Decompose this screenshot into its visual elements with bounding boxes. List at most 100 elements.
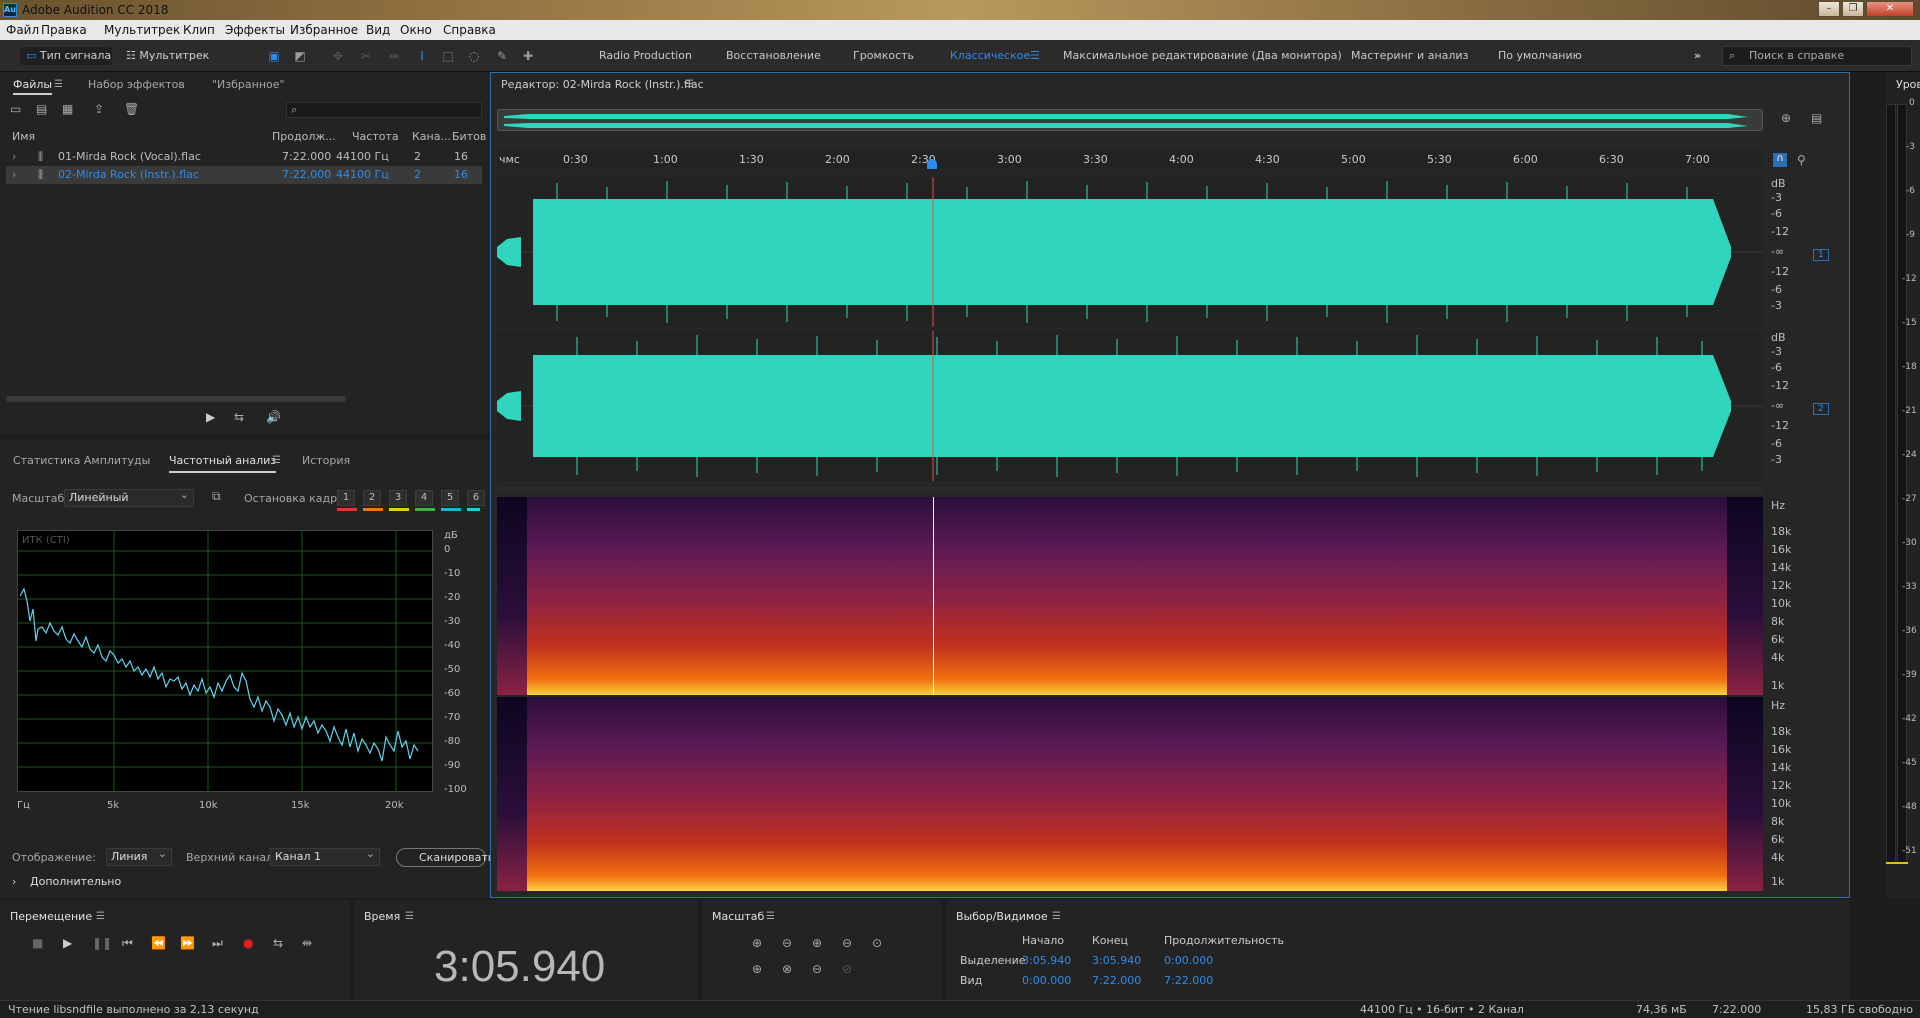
panel-menu-icon[interactable]: ☰ xyxy=(96,911,105,922)
lasso-tool-icon[interactable]: ◌ xyxy=(466,48,482,64)
freeze-slot-6[interactable]: 6 xyxy=(467,490,485,506)
file-row-selected[interactable]: › ⫼ 02-Mirda Rock (Instr.).flac 7:22.000… xyxy=(6,166,482,184)
selection-end[interactable]: 3:05.940 xyxy=(1092,954,1141,967)
loop-icon[interactable]: ⇆ xyxy=(234,410,244,424)
play-icon[interactable]: ▶ xyxy=(206,410,215,424)
workspace-default[interactable]: По умолчанию xyxy=(1498,49,1582,62)
freeze-slot-5[interactable]: 5 xyxy=(441,490,459,506)
minimize-icon[interactable]: – xyxy=(1818,1,1840,17)
loop-icon[interactable]: ⇆ xyxy=(273,936,283,950)
playhead-handle[interactable] xyxy=(927,159,937,169)
open-file-icon[interactable]: ▭ xyxy=(10,102,21,116)
menu-file[interactable]: Файл xyxy=(6,23,39,37)
zoom-in-amplitude-icon[interactable]: ⊕ xyxy=(752,936,762,950)
expand-icon[interactable]: › xyxy=(12,150,16,163)
horizontal-scrollbar[interactable] xyxy=(6,396,346,402)
help-search-input[interactable]: ⌕ Поиск в справке xyxy=(1722,46,1912,66)
panel-menu-icon[interactable]: ☰ xyxy=(54,79,63,90)
menu-window[interactable]: Окно xyxy=(400,23,432,37)
skip-selection-icon[interactable]: ⇹ xyxy=(302,936,312,950)
file-row[interactable]: › ⫼ 01-Mirda Rock (Vocal).flac 7:22.000 … xyxy=(6,148,482,166)
waveform-view-icon[interactable]: ▣ xyxy=(266,48,282,64)
col-bits[interactable]: Битов xyxy=(452,130,486,143)
pin-icon[interactable]: ⚲ xyxy=(1797,153,1806,167)
zoom-in-time-icon[interactable]: ⊕ xyxy=(812,936,822,950)
panel-menu-icon[interactable]: ☰ xyxy=(1052,911,1061,922)
menu-effects[interactable]: Эффекты xyxy=(225,23,285,37)
autoplay-icon[interactable]: 🔊 xyxy=(266,410,281,424)
selection-start[interactable]: 3:05.940 xyxy=(1022,954,1071,967)
workspace-menu-icon[interactable]: ☰ xyxy=(1030,49,1040,62)
maximize-icon[interactable]: ❐ xyxy=(1842,1,1864,17)
skip-end-icon[interactable]: ⏭ xyxy=(212,936,223,951)
menu-favorites[interactable]: Избранное xyxy=(290,23,358,37)
marquee-tool-icon[interactable]: ⬚ xyxy=(440,48,456,64)
workspace-radio[interactable]: Radio Production xyxy=(599,49,692,62)
close-icon[interactable]: ✕ xyxy=(1866,1,1914,17)
view-menu-icon[interactable]: ▤ xyxy=(1811,111,1822,125)
zoom-in-point-icon[interactable]: ⊕ xyxy=(752,962,762,976)
rewind-icon[interactable]: ⏪ xyxy=(151,936,166,950)
overview-navigator[interactable] xyxy=(497,109,1763,131)
scale-dropdown[interactable]: Линейный xyxy=(64,487,194,507)
spot-healing-icon[interactable]: ✚ xyxy=(520,48,536,64)
tab-amplitude-stats[interactable]: Статистика Амплитуды xyxy=(13,454,150,467)
zoom-out-time-icon[interactable]: ⊖ xyxy=(842,936,852,950)
menu-view[interactable]: Вид xyxy=(366,23,390,37)
view-start[interactable]: 0:00.000 xyxy=(1022,974,1071,987)
panel-menu-icon[interactable]: ☰ xyxy=(766,911,775,922)
workspace-restoration[interactable]: Восстановление xyxy=(726,49,821,62)
col-rate[interactable]: Частота xyxy=(352,130,399,143)
waveform-channel-2[interactable] xyxy=(497,331,1763,481)
play-icon[interactable]: ▶ xyxy=(63,936,72,950)
panel-menu-icon[interactable]: ☰ xyxy=(685,79,694,90)
fast-forward-icon[interactable]: ⏩ xyxy=(180,936,195,950)
col-duration[interactable]: Продолж... xyxy=(272,130,336,143)
expand-icon[interactable]: › xyxy=(12,168,16,181)
zoom-reset-icon[interactable]: ⊘ xyxy=(842,962,852,976)
stop-icon[interactable]: ■ xyxy=(32,936,43,950)
record-icon[interactable]: ● xyxy=(243,936,253,950)
tab-frequency-analysis[interactable]: Частотный анализ xyxy=(169,454,277,473)
snap-icon[interactable]: ∩ xyxy=(1773,153,1787,167)
col-name[interactable]: Имя xyxy=(12,130,35,143)
channel-badge-2[interactable]: 2 xyxy=(1813,403,1829,415)
skip-start-icon[interactable]: ⏮ xyxy=(122,936,133,951)
file-search-input[interactable]: ⌕ xyxy=(286,102,482,118)
multitrack-mode-button[interactable]: ☷ Мультитрек xyxy=(126,47,209,65)
razor-tool-icon[interactable]: ✂ xyxy=(358,48,374,64)
delete-icon[interactable]: 🗑 xyxy=(124,102,139,116)
freeze-slot-3[interactable]: 3 xyxy=(389,490,407,506)
import-file-icon[interactable]: ▤ xyxy=(36,102,47,116)
freeze-slot-1[interactable]: 1 xyxy=(337,490,355,506)
new-file-icon[interactable]: ▦ xyxy=(62,102,73,116)
zoom-full-icon[interactable]: ⊙ xyxy=(872,936,882,950)
menu-edit[interactable]: Правка xyxy=(41,23,87,37)
panel-menu-icon[interactable]: ☰ xyxy=(405,911,414,922)
zoom-selection-icon[interactable]: ⊗ xyxy=(782,962,792,976)
scan-button[interactable]: Сканировать xyxy=(396,848,494,867)
view-end[interactable]: 7:22.000 xyxy=(1092,974,1141,987)
menu-clip[interactable]: Клип xyxy=(183,23,215,37)
tab-effects-rack[interactable]: Набор эффектов xyxy=(88,78,185,91)
copy-icon[interactable]: ⧉ xyxy=(212,489,221,504)
col-channels[interactable]: Кана... xyxy=(412,130,451,143)
more-workspaces-icon[interactable]: » xyxy=(1694,49,1701,62)
insert-multitrack-icon[interactable]: ⇪ xyxy=(94,102,104,116)
workspace-loudness[interactable]: Громкость xyxy=(853,49,914,62)
advanced-section[interactable]: Дополнительно xyxy=(30,875,121,888)
slip-tool-icon[interactable]: ⇹ xyxy=(386,48,402,64)
tab-favorites[interactable]: "Избранное" xyxy=(212,78,285,91)
display-dropdown[interactable]: Линия xyxy=(106,846,172,866)
spectral-view-channel-2[interactable] xyxy=(497,697,1763,891)
view-divider[interactable] xyxy=(497,487,1763,493)
tab-files[interactable]: Файлы xyxy=(13,78,53,95)
time-selection-tool-icon[interactable]: I xyxy=(414,48,430,64)
channel-badge-1[interactable]: 1 xyxy=(1813,249,1829,261)
spectral-view-icon[interactable]: ◩ xyxy=(292,48,308,64)
move-tool-icon[interactable]: ✥ xyxy=(330,48,346,64)
freeze-slot-2[interactable]: 2 xyxy=(363,490,381,506)
menu-multitrack[interactable]: Мультитрек xyxy=(104,23,180,37)
workspace-classic[interactable]: Классическое xyxy=(950,49,1030,62)
workspace-max-editing[interactable]: Максимальное редактирование (Два монитор… xyxy=(1063,49,1342,62)
